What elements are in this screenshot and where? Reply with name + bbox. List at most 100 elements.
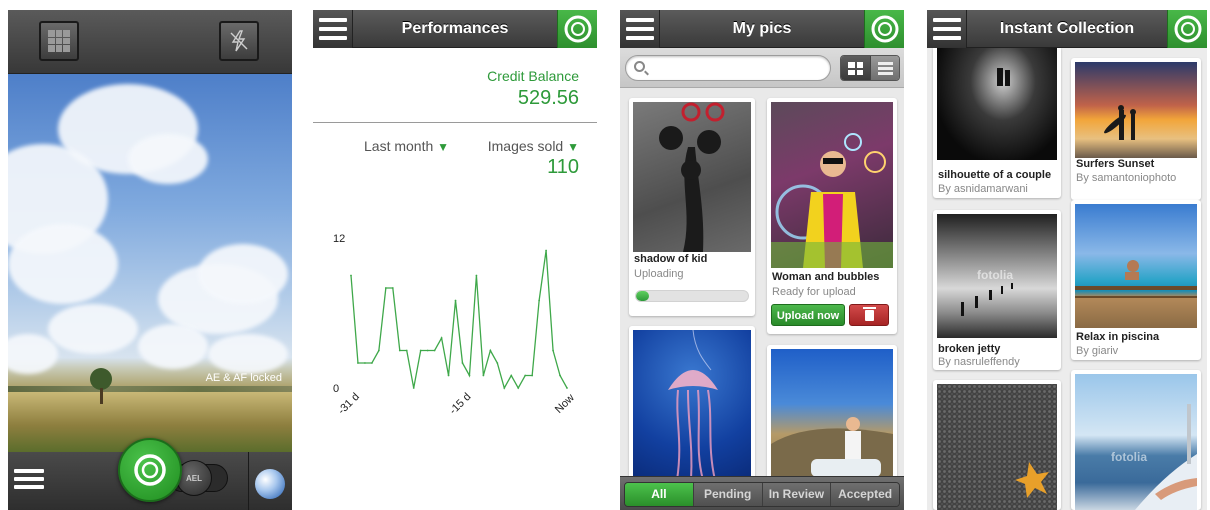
shutter-logo-icon [871,15,899,43]
watermark: fotolia [1111,450,1147,464]
chart-data-point [461,362,464,364]
photo-title: shadow of kid [634,253,708,265]
flash-off-icon [230,30,248,52]
chart-data-point [405,349,408,352]
shutter-logo-icon [1174,15,1202,43]
chart-data-point [552,349,554,352]
grid-view-button[interactable] [841,56,871,80]
search-icon [634,61,645,72]
collection-item[interactable]: silhouette of a couple By asnidamarwani [933,48,1061,198]
item-author: By giariv [1076,345,1119,357]
tiles-icon [848,62,863,75]
upload-now-button[interactable]: Upload now [771,304,845,326]
list-icon [877,62,893,75]
grid-toggle-button[interactable] [39,21,79,61]
shutter-logo-button[interactable] [864,10,904,48]
tab-accepted[interactable]: Accepted [831,483,899,506]
collection-item[interactable]: fotolia [1071,370,1201,510]
photo-thumbnail [633,102,751,252]
photo-card[interactable] [629,326,755,486]
item-title: Relax in piscina [1076,331,1160,343]
collection-item[interactable]: Surfers Sunset By samantoniophoto [1071,58,1201,200]
page-title: My pics [732,20,792,37]
chart-data-point [454,299,457,302]
view-toggle[interactable] [840,55,900,81]
chart-data-point [357,362,359,364]
photo-card[interactable] [767,345,897,486]
photo-card[interactable]: Woman and bubbles Ready for upload Uploa… [767,98,897,334]
tab-all[interactable]: All [625,483,694,506]
photo-thumbnail [937,48,1057,160]
y-tick-label: 0 [333,383,339,395]
shutter-logo-icon [564,15,592,43]
shutter-logo-button[interactable] [557,10,597,48]
sales-line-chart: 12 0-31 d -15 d Now [333,233,577,417]
collection-item[interactable]: fotolia broken jetty By nasruleffendy [933,210,1061,370]
chart-data-point [531,374,534,377]
chart-data-point [489,349,492,352]
photo-card[interactable]: shadow of kid Uploading [629,98,755,316]
tab-pending[interactable]: Pending [693,483,763,506]
camera-viewfinder[interactable] [8,74,292,452]
chart-data-point [524,374,527,377]
chart-data-point [412,387,415,389]
performances-screen: Performances Credit Balance 529.56 Last … [313,10,597,510]
delete-button[interactable] [849,304,889,326]
header-bar: Instant Collection [927,10,1207,48]
watermark: fotolia [977,268,1013,282]
chart-data-point [559,374,561,377]
photo-thumbnail [633,329,751,482]
x-tick-label: Now [553,392,577,416]
chart-data-point [468,374,471,377]
ae-af-lock-label: AE & AF locked [205,372,282,384]
period-filter-dropdown[interactable]: Last month ▼ [364,138,449,154]
shutter-button[interactable] [118,438,182,502]
page-title: Instant Collection [999,20,1135,37]
dropdown-triangle-icon: ▼ [437,140,450,154]
chart-data-point [503,387,506,389]
tree [90,368,112,390]
search-bar [620,48,904,88]
x-tick-label: -15 d [447,391,473,417]
chart-data-point [510,374,513,377]
collection-item[interactable] [933,380,1061,510]
chart-data-point [391,287,394,289]
chart-data-point [426,349,429,352]
chart-data-point [419,349,422,352]
grid-icon [48,30,70,52]
camera-screen: AE & AF locked AEL [8,10,292,510]
credit-balance-label: Credit Balance [487,68,579,84]
search-field[interactable] [625,55,831,81]
collection-item[interactable]: Relax in piscina By giariv [1071,200,1201,360]
chart-data-point [475,274,478,277]
flash-toggle-button[interactable] [219,21,259,61]
metric-filter-dropdown[interactable]: Images sold ▼ [488,138,579,154]
menu-button[interactable] [313,10,353,48]
images-sold-value: 110 [547,156,579,178]
mypics-screen: My pics shadow of kid Uploading Woman an… [620,10,904,510]
menu-icon[interactable] [14,469,44,493]
camera-top-bar [8,10,292,74]
x-tick-label: -31 d [336,391,362,417]
menu-button[interactable] [927,10,967,48]
photo-thumbnail: fotolia [937,214,1057,338]
chart-data-point [350,274,352,277]
chart-series-line [350,250,568,390]
credit-balance-value: 529.56 [517,87,579,109]
chart-data-point [566,387,568,389]
chart-data-point [482,374,485,377]
shutter-logo-button[interactable] [1167,10,1207,48]
item-title: broken jetty [938,343,1001,355]
chart-data-point [364,362,366,364]
page-title: Performances [401,20,509,37]
globe-icon[interactable] [255,469,285,499]
search-input[interactable] [650,60,820,74]
photo-title: Woman and bubbles [772,271,880,283]
collection-screen: Instant Collection silhouette of a coupl… [927,10,1207,510]
list-view-button[interactable] [870,56,899,80]
item-author: By asnidamarwani [938,183,1028,195]
menu-button[interactable] [620,10,660,48]
chart-data-point [538,299,541,302]
photo-thumbnail [1075,204,1197,328]
tab-in-review[interactable]: In Review [762,483,832,506]
